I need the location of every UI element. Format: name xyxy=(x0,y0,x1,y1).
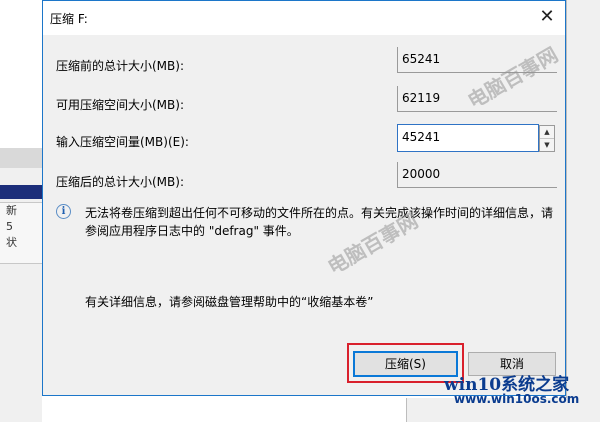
close-icon[interactable]: ✕ xyxy=(537,7,557,27)
total-after-value: 20000 xyxy=(397,162,557,188)
info-message: 无法将卷压缩到超出任何不可移动的文件所在的点。有关完成该操作时间的详细信息，请参… xyxy=(85,206,554,238)
background-text-1: 新 xyxy=(6,204,17,217)
help-message: 有关详细信息，请参阅磁盘管理帮助中的“收缩基本卷” xyxy=(85,295,374,309)
shrink-dialog: 压缩 F: ✕ 压缩前的总计大小(MB): 65241 可用压缩空间大小(MB)… xyxy=(42,0,566,396)
shrink-amount-input[interactable]: 45241 xyxy=(397,124,539,152)
stepper-up-icon[interactable]: ▲ xyxy=(540,126,554,138)
dialog-title: 压缩 F: xyxy=(50,12,88,26)
background-divider xyxy=(566,0,567,422)
dialog-titlebar[interactable]: 压缩 F: ✕ xyxy=(43,1,565,35)
background-window-toolbar xyxy=(0,148,42,168)
background-text-2: 5 xyxy=(6,220,13,233)
background-window-right xyxy=(566,0,600,422)
total-before-label: 压缩前的总计大小(MB): xyxy=(56,59,184,73)
info-icon: i xyxy=(56,204,71,219)
background-volume-info: 新 5 状 xyxy=(0,202,42,264)
background-text-3: 状 xyxy=(6,236,17,249)
brand-url: www.win10os.com xyxy=(454,392,580,406)
background-volume-header xyxy=(0,185,42,199)
total-after-label: 压缩后的总计大小(MB): xyxy=(56,175,184,189)
stepper-down-icon[interactable]: ▼ xyxy=(540,138,554,151)
shrink-amount-stepper[interactable]: ▲ ▼ xyxy=(539,125,555,152)
brand-watermark: win10系统之家 www.win10os.com xyxy=(442,370,600,410)
available-label: 可用压缩空间大小(MB): xyxy=(56,98,184,112)
amount-label: 输入压缩空间量(MB)(E): xyxy=(56,135,189,149)
